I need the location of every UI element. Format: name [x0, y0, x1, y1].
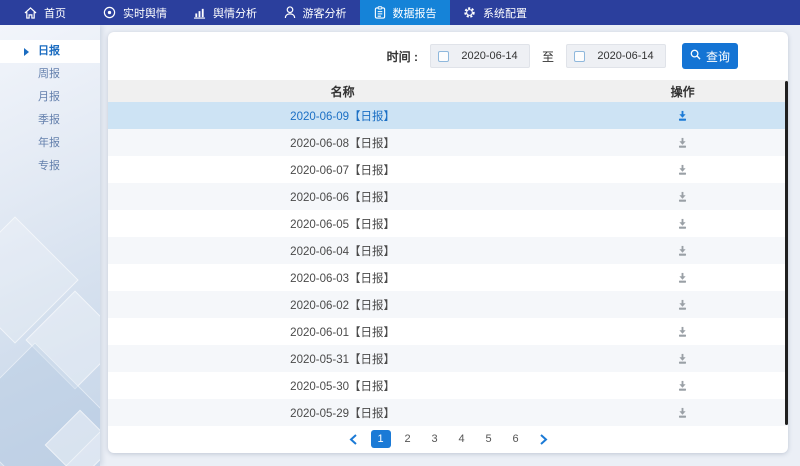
sidebar-item-label: 日报 [38, 45, 60, 57]
end-date-value: 2020-06-14 [593, 50, 658, 62]
nav-item-label: 数据报告 [393, 5, 437, 21]
start-date-input[interactable]: 2020-06-14 [430, 44, 530, 68]
nav-item-report[interactable]: 数据报告 [360, 0, 450, 25]
time-filter-label: 时间 : [387, 48, 418, 65]
download-icon[interactable] [676, 110, 689, 122]
main-area: 时间 : 2020-06-14 至 2020-06-14 查询 [100, 25, 800, 466]
content-card: 时间 : 2020-06-14 至 2020-06-14 查询 [108, 32, 788, 453]
report-name-link[interactable]: 2020-06-07【日报】 [108, 162, 577, 178]
report-name-link[interactable]: 2020-06-05【日报】 [108, 216, 577, 232]
table-row[interactable]: 2020-06-04【日报】 [108, 237, 788, 264]
table-row[interactable]: 2020-05-29【日报】 [108, 399, 788, 426]
download-icon[interactable] [676, 380, 689, 392]
table-row[interactable]: 2020-06-02【日报】 [108, 291, 788, 318]
nav-item-label: 游客分析 [303, 5, 347, 21]
search-button-label: 查询 [706, 48, 730, 65]
report-name-link[interactable]: 2020-06-04【日报】 [108, 243, 577, 259]
sidebar-item-label: 季报 [38, 114, 60, 126]
page-button-6[interactable]: 6 [506, 430, 526, 448]
search-icon [690, 49, 701, 63]
table-row[interactable]: 2020-06-07【日报】 [108, 156, 788, 183]
sidebar-item-label: 专报 [38, 160, 60, 172]
nav-item-label: 系统配置 [483, 5, 527, 21]
table-row[interactable]: 2020-06-03【日报】 [108, 264, 788, 291]
page-button-5[interactable]: 5 [479, 430, 499, 448]
bar-chart-icon [193, 7, 206, 19]
table-row[interactable]: 2020-05-31【日报】 [108, 345, 788, 372]
sidebar-menu: 日报 周报 月报 季报 年报 专报 [0, 25, 100, 178]
page-button-2[interactable]: 2 [398, 430, 418, 448]
report-name-link[interactable]: 2020-06-08【日报】 [108, 135, 577, 151]
download-icon[interactable] [676, 407, 689, 419]
calendar-icon [438, 51, 449, 62]
nav-item-label: 首页 [44, 5, 66, 21]
gear-icon [463, 6, 476, 19]
user-icon [284, 6, 296, 19]
nav-item-label: 舆情分析 [213, 5, 257, 21]
download-icon[interactable] [676, 218, 689, 230]
table-row[interactable]: 2020-06-08【日报】 [108, 129, 788, 156]
download-icon[interactable] [676, 353, 689, 365]
sidebar-item-special[interactable]: 专报 [0, 155, 100, 178]
sidebar-item-monthly[interactable]: 月报 [0, 86, 100, 109]
report-name-link[interactable]: 2020-05-30【日报】 [108, 378, 577, 394]
report-name-link[interactable]: 2020-06-06【日报】 [108, 189, 577, 205]
table-body: 2020-06-09【日报】 2020-06-08【日报】 2020-06-07… [108, 102, 788, 426]
table-header: 名称 操作 [108, 80, 788, 102]
nav-item-realtime[interactable]: 实时舆情 [90, 0, 180, 25]
page-button-3[interactable]: 3 [425, 430, 445, 448]
report-name-link[interactable]: 2020-05-29【日报】 [108, 405, 577, 421]
sidebar-item-yearly[interactable]: 年报 [0, 132, 100, 155]
table-row[interactable]: 2020-06-05【日报】 [108, 210, 788, 237]
sidebar-item-label: 月报 [38, 91, 60, 103]
page-button-4[interactable]: 4 [452, 430, 472, 448]
vertical-scrollbar[interactable] [785, 81, 788, 425]
nav-item-home[interactable]: 首页 [0, 0, 90, 25]
report-name-link[interactable]: 2020-06-03【日报】 [108, 270, 577, 286]
next-page-icon[interactable] [533, 434, 554, 445]
calendar-icon [574, 51, 585, 62]
download-icon[interactable] [676, 272, 689, 284]
column-header-action: 操作 [577, 83, 788, 100]
download-icon[interactable] [676, 164, 689, 176]
sidebar-item-daily[interactable]: 日报 [0, 40, 100, 63]
pagination: 1 2 3 4 5 6 [108, 426, 788, 452]
eye-icon [103, 6, 116, 19]
nav-item-label: 实时舆情 [123, 5, 167, 21]
top-navigation: 首页 实时舆情 舆情分析 游客分析 数据报告 [0, 0, 800, 25]
search-button[interactable]: 查询 [682, 43, 738, 69]
end-date-input[interactable]: 2020-06-14 [566, 44, 666, 68]
table-row[interactable]: 2020-05-30【日报】 [108, 372, 788, 399]
filter-bar: 时间 : 2020-06-14 至 2020-06-14 查询 [108, 32, 788, 80]
home-icon [24, 7, 37, 19]
report-name-link[interactable]: 2020-06-01【日报】 [108, 324, 577, 340]
download-icon[interactable] [676, 245, 689, 257]
sidebar: 日报 周报 月报 季报 年报 专报 [0, 25, 100, 466]
download-icon[interactable] [676, 137, 689, 149]
clipboard-icon [374, 6, 386, 19]
table-row[interactable]: 2020-06-06【日报】 [108, 183, 788, 210]
nav-item-settings[interactable]: 系统配置 [450, 0, 540, 25]
app-window: 首页 实时舆情 舆情分析 游客分析 数据报告 [0, 0, 800, 466]
report-name-link[interactable]: 2020-06-02【日报】 [108, 297, 577, 313]
report-name-link[interactable]: 2020-05-31【日报】 [108, 351, 577, 367]
sidebar-item-quarterly[interactable]: 季报 [0, 109, 100, 132]
download-icon[interactable] [676, 299, 689, 311]
sidebar-item-label: 周报 [38, 68, 60, 80]
table-row[interactable]: 2020-06-01【日报】 [108, 318, 788, 345]
column-header-name: 名称 [108, 83, 577, 100]
sidebar-item-weekly[interactable]: 周报 [0, 63, 100, 86]
report-name-link[interactable]: 2020-06-09【日报】 [108, 108, 577, 124]
sidebar-item-label: 年报 [38, 137, 60, 149]
start-date-value: 2020-06-14 [457, 50, 522, 62]
nav-item-visitor[interactable]: 游客分析 [270, 0, 360, 25]
download-icon[interactable] [676, 191, 689, 203]
active-triangle-icon [24, 48, 29, 56]
date-range-to-label: 至 [542, 48, 554, 65]
page-button-1[interactable]: 1 [371, 430, 391, 448]
download-icon[interactable] [676, 326, 689, 338]
nav-item-analysis[interactable]: 舆情分析 [180, 0, 270, 25]
prev-page-icon[interactable] [343, 434, 364, 445]
table-row[interactable]: 2020-06-09【日报】 [108, 102, 788, 129]
